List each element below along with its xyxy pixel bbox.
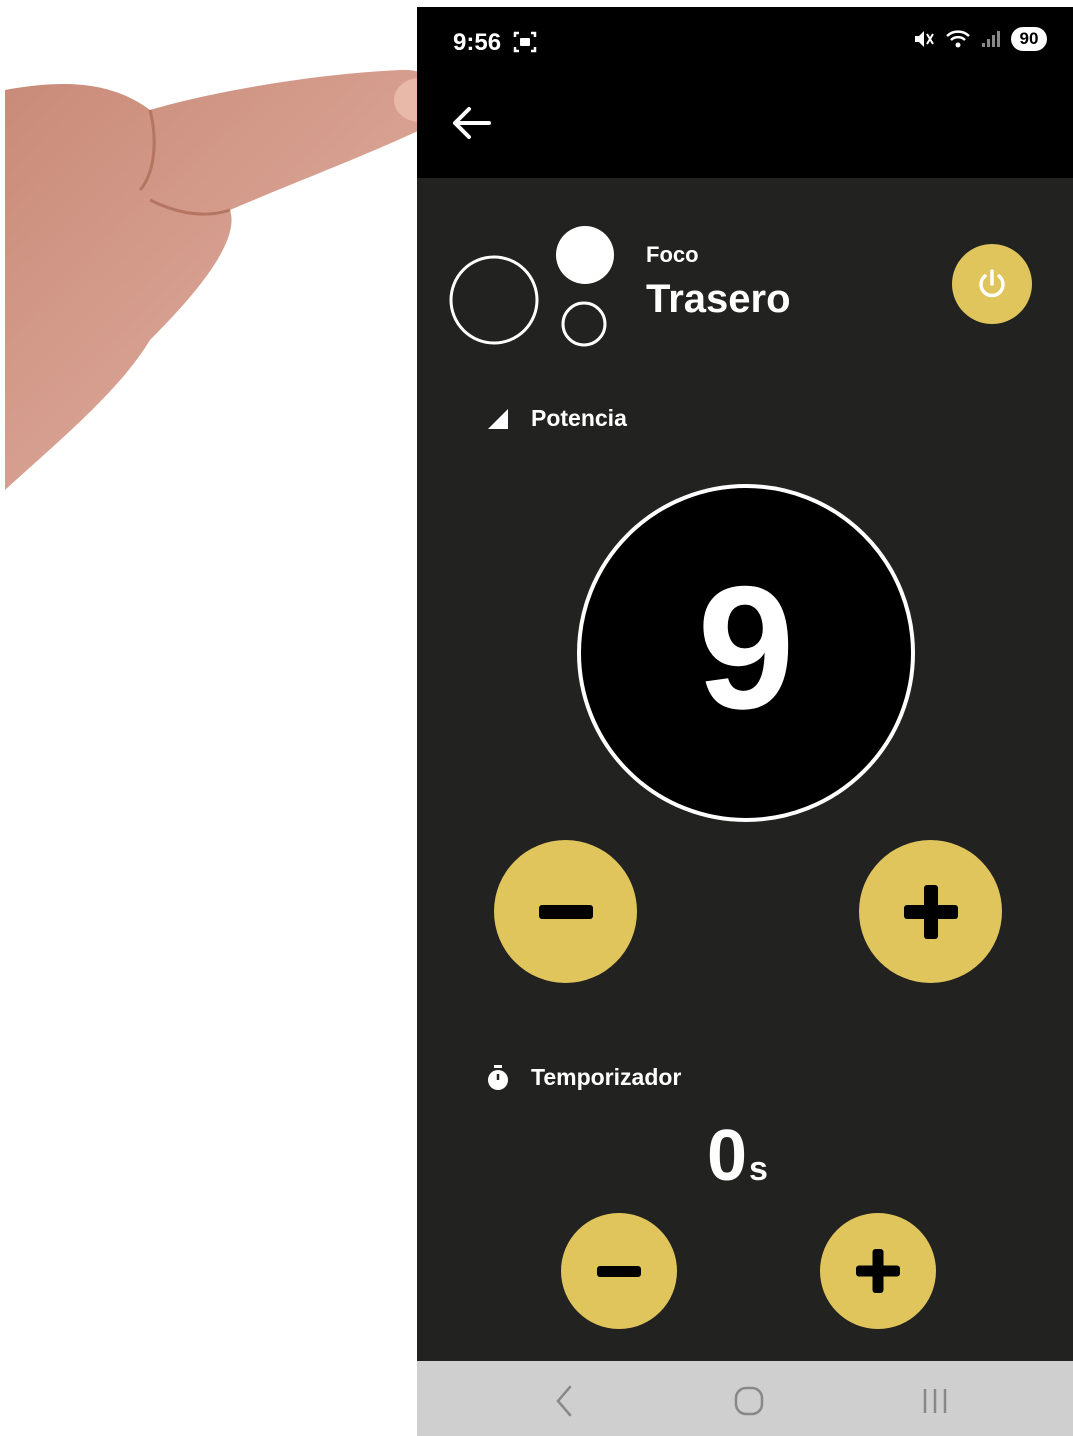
decrease-power-button[interactable] xyxy=(494,840,637,983)
minus-icon xyxy=(538,904,593,919)
timer-number: 0 xyxy=(707,1116,748,1196)
status-time: 9:56 xyxy=(453,29,502,56)
power-level-value: 9 xyxy=(697,550,795,746)
burner-layout-icon xyxy=(449,226,614,347)
system-navigation-bar xyxy=(417,1361,1073,1436)
plus-icon xyxy=(856,1249,900,1293)
timer-unit: s xyxy=(749,1150,768,1188)
power-section-title: Potencia xyxy=(531,405,627,431)
minus-icon xyxy=(597,1265,641,1277)
mute-icon xyxy=(915,31,934,47)
stopwatch-icon xyxy=(485,1064,511,1091)
power-icon xyxy=(979,269,1005,298)
power-section-header: Potencia xyxy=(485,405,627,432)
pointing-hand xyxy=(5,69,446,490)
decrease-timer-button[interactable] xyxy=(561,1213,677,1329)
timer-section-title: Temporizador xyxy=(531,1064,682,1090)
power-level-display: 9 xyxy=(577,484,915,822)
device-name: Trasero xyxy=(646,277,791,321)
nav-recent-apps-icon[interactable] xyxy=(915,1381,955,1421)
screenshot-icon xyxy=(513,31,537,53)
back-arrow-icon[interactable] xyxy=(447,99,495,147)
power-button[interactable] xyxy=(952,244,1032,324)
status-bar: 9:56 90 xyxy=(417,7,1073,77)
plus-icon xyxy=(903,884,958,939)
phone-screen: 9:56 90 Foco Trasero Potencia 9 Temporiz… xyxy=(417,7,1073,1436)
increase-timer-button[interactable] xyxy=(820,1213,936,1329)
timer-section-header: Temporizador xyxy=(485,1064,681,1091)
nav-home-icon[interactable] xyxy=(729,1381,769,1421)
battery-indicator: 90 xyxy=(1011,27,1047,51)
status-icons: 90 xyxy=(913,27,1047,51)
cell-signal-icon xyxy=(982,31,1000,47)
device-label: Foco xyxy=(646,242,699,267)
timer-value: 0s xyxy=(707,1115,768,1197)
increase-power-button[interactable] xyxy=(859,840,1002,983)
wifi-icon xyxy=(946,30,970,48)
signal-triangle-icon xyxy=(485,406,511,432)
app-bar xyxy=(417,77,1073,178)
nav-back-icon[interactable] xyxy=(545,1381,585,1421)
